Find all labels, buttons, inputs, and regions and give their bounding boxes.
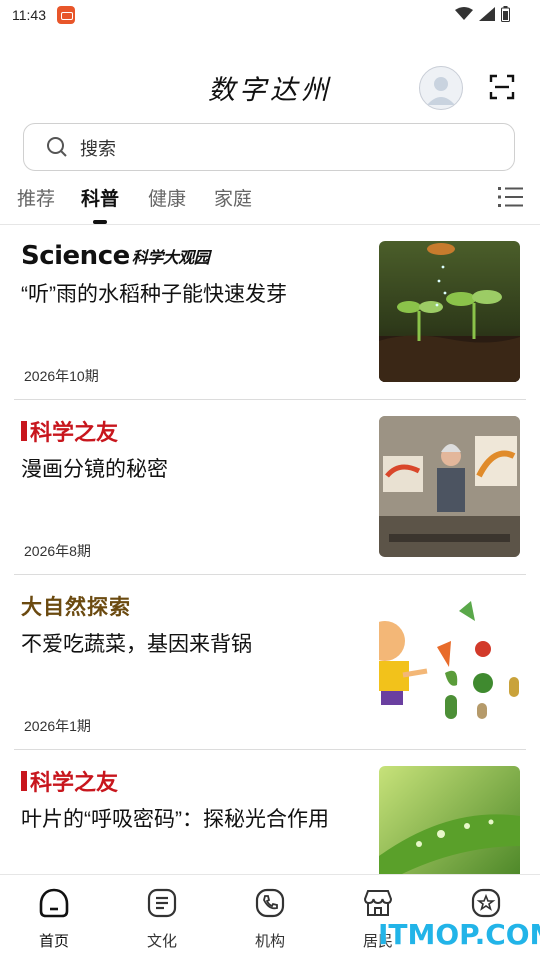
magazine-logo: 大自然探索 bbox=[21, 591, 131, 621]
nav-culture-label: 文化 bbox=[146, 933, 177, 950]
magazine-logo-mark bbox=[21, 421, 27, 441]
tab-science[interactable]: 科普 bbox=[81, 184, 119, 224]
article-title: 漫画分镜的秘密 bbox=[21, 458, 168, 481]
status-time: 11:43 bbox=[12, 7, 46, 23]
wifi-icon bbox=[455, 7, 473, 20]
search-icon bbox=[47, 137, 67, 157]
nav-home-label: 首页 bbox=[38, 933, 69, 950]
nav-culture[interactable]: 文化 bbox=[127, 887, 197, 951]
list-menu-icon[interactable] bbox=[498, 186, 524, 208]
article-item[interactable]: Science 科学大观园 “听”雨的水稻种子能快速发芽 2026年10期 bbox=[14, 225, 526, 400]
nav-institution[interactable]: 机构 bbox=[235, 887, 305, 951]
tab-family[interactable]: 家庭 bbox=[214, 184, 252, 211]
nav-institution-label: 机构 bbox=[254, 933, 285, 950]
article-item[interactable]: 科学之友 漫画分镜的秘密 2026年8期 bbox=[14, 400, 526, 575]
nav-home[interactable]: 首页 bbox=[19, 887, 89, 951]
article-title: 叶片的“呼吸密码”：探秘光合作用 bbox=[21, 808, 329, 831]
search-bar[interactable] bbox=[23, 123, 515, 171]
article-thumbnail bbox=[379, 416, 520, 557]
vegetables-cartoon-icon bbox=[379, 591, 520, 732]
phone-icon bbox=[255, 888, 285, 918]
article-thumbnail bbox=[379, 241, 520, 382]
tab-health[interactable]: 健康 bbox=[148, 184, 186, 211]
shop-icon bbox=[363, 890, 393, 916]
article-list: Science 科学大观园 “听”雨的水稻种子能快速发芽 2026年10期 科学之… bbox=[0, 225, 540, 925]
star-icon bbox=[471, 888, 501, 918]
magazine-logo: 科学之友 bbox=[21, 766, 118, 796]
tab-recommend[interactable]: 推荐 bbox=[17, 184, 55, 211]
article-issue: 2026年1期 bbox=[24, 718, 91, 734]
home-icon bbox=[39, 888, 69, 918]
magazine-logo: 科学之友 bbox=[21, 416, 118, 446]
magazine-logo-mark bbox=[21, 771, 27, 791]
avatar[interactable] bbox=[419, 66, 463, 110]
magazine-logo: Science 科学大观园 bbox=[21, 241, 210, 271]
magazine-logo-text: 科学之友 bbox=[30, 421, 119, 446]
battery-icon bbox=[501, 6, 510, 22]
category-tabs: 推荐 科普 健康 家庭 bbox=[0, 184, 540, 224]
scan-icon[interactable] bbox=[489, 74, 515, 100]
magazine-logo-text: 科学之友 bbox=[30, 771, 119, 796]
app-notification-icon bbox=[57, 6, 75, 24]
status-bar: 11:43 bbox=[0, 0, 540, 32]
article-title: “听”雨的水稻种子能快速发芽 bbox=[21, 283, 287, 306]
article-thumbnail bbox=[379, 591, 520, 732]
user-icon bbox=[427, 77, 455, 105]
search-input[interactable] bbox=[78, 134, 482, 164]
status-icons bbox=[455, 6, 510, 22]
artist-photo-icon bbox=[379, 416, 520, 557]
article-item[interactable]: 大自然探索 不爱吃蔬菜，基因来背锅 2026年1期 bbox=[14, 575, 526, 750]
signal-icon bbox=[479, 7, 495, 21]
magazine-logo-subtext: 科学大观园 bbox=[131, 248, 210, 267]
watermark: ITMOP.COM bbox=[378, 918, 540, 951]
seedling-photo-icon bbox=[379, 241, 520, 382]
magazine-logo-text: Science bbox=[21, 241, 130, 271]
article-title: 不爱吃蔬菜，基因来背锅 bbox=[21, 633, 252, 656]
magazine-logo-text: 大自然探索 bbox=[21, 595, 131, 619]
article-issue: 2026年10期 bbox=[24, 368, 99, 384]
article-issue: 2026年8期 bbox=[24, 543, 91, 559]
culture-icon bbox=[147, 888, 177, 918]
